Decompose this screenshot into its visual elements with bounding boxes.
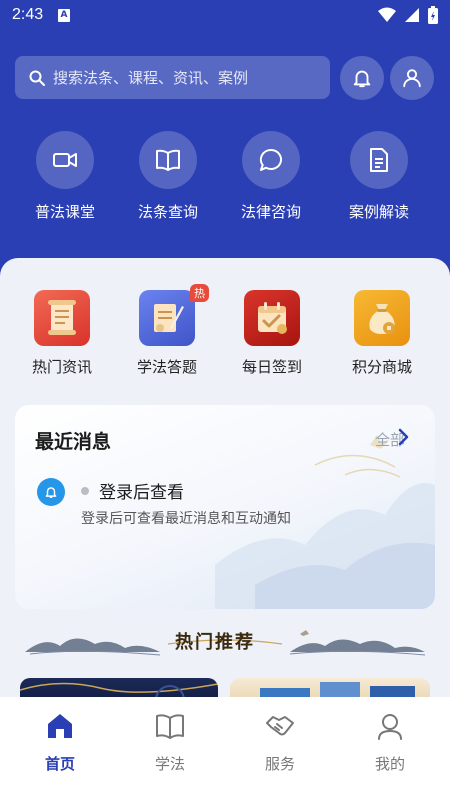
hot-section-header: 热门推荐 — [0, 622, 450, 666]
service-tile: 热 — [139, 284, 209, 346]
tab-label: 学法 — [154, 755, 185, 773]
tab-label: 首页 — [44, 755, 75, 773]
quick-action-law-class[interactable]: 普法课堂 — [15, 131, 115, 222]
search-icon — [29, 70, 45, 86]
hot-section-title: 热门推荐 — [175, 632, 255, 653]
status-icons — [378, 6, 438, 24]
money-bag-icon — [369, 304, 395, 334]
service-label: 每日签到 — [241, 358, 302, 376]
bell-icon — [353, 70, 371, 88]
tab-study[interactable]: 学法 — [114, 711, 226, 774]
message-title[interactable]: 登录后查看 — [99, 478, 184, 503]
chat-icon — [259, 148, 283, 171]
message-bell-badge — [37, 478, 65, 506]
quick-action-label: 普法课堂 — [34, 203, 95, 221]
quick-action-label: 法律咨询 — [240, 203, 301, 221]
unread-dot — [81, 487, 89, 495]
service-tile — [354, 290, 410, 346]
user-icon — [403, 69, 421, 88]
recent-messages-card: 最近消息 全部 登录后查看 登录后可查看最近消息和互动通知 — [15, 405, 435, 609]
search-input[interactable]: 搜索法条、课程、资讯、案例 — [15, 56, 330, 99]
bottom-tab-bar: 首页 学法 服务 我的 — [0, 697, 450, 800]
wifi-icon — [378, 7, 396, 22]
service-tile — [34, 290, 90, 346]
notification-button[interactable] — [340, 56, 384, 100]
tab-mine[interactable]: 我的 — [334, 711, 446, 774]
recent-messages-title: 最近消息 — [35, 431, 112, 453]
chevron-right-icon[interactable] — [397, 427, 409, 447]
status-time: 2:43 — [12, 6, 44, 23]
status-bar: 2:43 A — [0, 0, 450, 32]
book-icon — [156, 149, 180, 171]
service-label: 学法答题 — [136, 358, 197, 376]
service-daily-checkin[interactable]: 每日签到 — [222, 290, 322, 377]
service-tile — [244, 290, 300, 346]
quick-action-disc — [350, 131, 408, 189]
handshake-icon — [266, 716, 294, 736]
service-label: 热门资讯 — [31, 358, 92, 376]
notification-a-icon: A — [58, 9, 70, 22]
quick-action-disc — [139, 131, 197, 189]
signal-icon — [405, 8, 419, 22]
quick-action-label: 案例解读 — [348, 203, 409, 221]
service-law-quiz[interactable]: 热 学法答题 — [117, 284, 217, 377]
quick-action-label: 法条查询 — [137, 203, 198, 221]
quick-action-consult[interactable]: 法律咨询 — [221, 131, 321, 222]
quick-action-law-search[interactable]: 法条查询 — [118, 131, 218, 222]
service-hot-news[interactable]: 热门资讯 — [12, 290, 112, 377]
battery-icon — [428, 6, 438, 24]
user-icon — [378, 714, 402, 740]
quick-action-disc — [242, 131, 300, 189]
video-icon — [53, 153, 77, 167]
service-label: 积分商城 — [351, 358, 412, 376]
scroll-icon — [48, 300, 76, 335]
tab-home[interactable]: 首页 — [4, 711, 116, 774]
service-points-mall[interactable]: 积分商城 — [332, 290, 432, 377]
search-placeholder: 搜索法条、课程、资讯、案例 — [53, 69, 249, 87]
tab-services[interactable]: 服务 — [224, 711, 336, 774]
quiz-icon — [154, 304, 184, 332]
quick-action-cases[interactable]: 案例解读 — [329, 131, 429, 222]
calendar-check-icon — [258, 302, 287, 334]
hot-badge: 热 — [190, 284, 209, 302]
profile-button[interactable] — [390, 56, 434, 100]
message-subtitle: 登录后可查看最近消息和互动通知 — [81, 511, 291, 527]
document-icon — [370, 148, 388, 172]
book-icon — [156, 714, 184, 739]
tab-label: 我的 — [374, 755, 405, 773]
home-icon — [48, 714, 72, 738]
quick-action-disc — [36, 131, 94, 189]
bell-icon — [45, 487, 57, 498]
tab-label: 服务 — [264, 755, 295, 773]
